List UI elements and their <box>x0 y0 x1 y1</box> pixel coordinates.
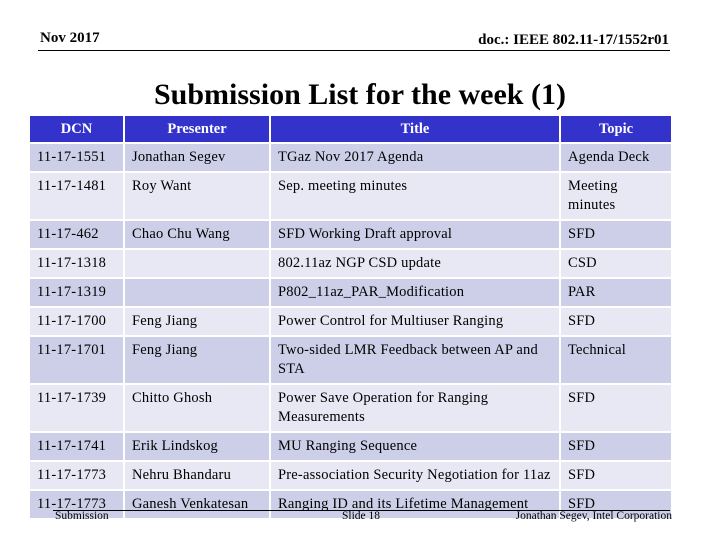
column-header-presenter: Presenter <box>125 116 269 142</box>
column-header-topic: Topic <box>561 116 671 142</box>
cell-dcn: 11-17-1481 <box>30 173 123 219</box>
table-row: 11-17-1701 Feng Jiang Two-sided LMR Feedba… <box>30 337 671 383</box>
cell-dcn: 11-17-1551 <box>30 144 123 171</box>
cell-dcn: 11-17-1701 <box>30 337 123 383</box>
cell-topic: SFD <box>561 462 671 489</box>
cell-dcn: 11-17-1739 <box>30 385 123 431</box>
cell-dcn: 11-17-1700 <box>30 308 123 335</box>
cell-topic: Meeting minutes <box>561 173 671 219</box>
footer-author: Jonathan Segev, Intel Corporation <box>515 510 672 522</box>
cell-dcn: 11-17-462 <box>30 221 123 248</box>
cell-topic: Technical <box>561 337 671 383</box>
table-row: 11-17-1551 Jonathan Segev TGaz Nov 2017 Ag… <box>30 144 671 171</box>
cell-presenter: Chao Chu Wang <box>125 221 269 248</box>
table-row: 11-17-1319 P802_11az_PAR_Modification PAR <box>30 279 671 306</box>
cell-topic: SFD <box>561 433 671 460</box>
cell-dcn: 11-17-1318 <box>30 250 123 277</box>
header-doc-id: doc.: IEEE 802.11-17/1552r01 <box>478 32 669 48</box>
cell-presenter: Jonathan Segev <box>125 144 269 171</box>
cell-title: MU Ranging Sequence <box>271 433 559 460</box>
table-row: 11-17-1700 Feng Jiang Power Control for Mu… <box>30 308 671 335</box>
cell-presenter <box>125 250 269 277</box>
header-rule <box>38 50 670 51</box>
cell-title: Pre-association Security Negotiation for… <box>271 462 559 489</box>
table-header-row: DCN Presenter Title Topic <box>30 116 671 142</box>
cell-topic: CSD <box>561 250 671 277</box>
cell-topic: SFD <box>561 385 671 431</box>
table-row: 11-17-1773 Nehru Bhandaru Pre-association … <box>30 462 671 489</box>
cell-presenter: Chitto Ghosh <box>125 385 269 431</box>
cell-presenter <box>125 279 269 306</box>
cell-title: TGaz Nov 2017 Agenda <box>271 144 559 171</box>
column-header-dcn: DCN <box>30 116 123 142</box>
cell-presenter: Roy Want <box>125 173 269 219</box>
footer-submission: Submission <box>55 510 109 522</box>
cell-presenter: Feng Jiang <box>125 308 269 335</box>
table-row: 11-17-1481 Roy Want Sep. meeting minutes Me… <box>30 173 671 219</box>
cell-dcn: 11-17-1773 <box>30 462 123 489</box>
cell-dcn: 11-17-1319 <box>30 279 123 306</box>
cell-topic: PAR <box>561 279 671 306</box>
column-header-title: Title <box>271 116 559 142</box>
slide-title: Submission List for the week (1) <box>154 78 566 111</box>
cell-title: SFD Working Draft approval <box>271 221 559 248</box>
cell-presenter: Ganesh Venkatesan <box>125 491 269 518</box>
footer-slide-number: Slide 18 <box>342 510 381 522</box>
table-row: 11-17-462 Chao Chu Wang SFD Working Draft … <box>30 221 671 248</box>
submission-table: DCN Presenter Title Topic 11-17-1551 Jona… <box>28 114 673 520</box>
cell-presenter: Erik Lindskog <box>125 433 269 460</box>
cell-presenter: Nehru Bhandaru <box>125 462 269 489</box>
cell-presenter: Feng Jiang <box>125 337 269 383</box>
cell-dcn: 11-17-1741 <box>30 433 123 460</box>
cell-title: 802.11az NGP CSD update <box>271 250 559 277</box>
cell-title: Power Save Operation for Ranging Measure… <box>271 385 559 431</box>
cell-title: P802_11az_PAR_Modification <box>271 279 559 306</box>
cell-title: Sep. meeting minutes <box>271 173 559 219</box>
cell-title: Two-sided LMR Feedback between AP and ST… <box>271 337 559 383</box>
table-row: 11-17-1739 Chitto Ghosh Power Save Operati… <box>30 385 671 431</box>
table-row: 11-17-1318 802.11az NGP CSD update CSD <box>30 250 671 277</box>
header-date: Nov 2017 <box>40 30 100 46</box>
cell-topic: Agenda Deck <box>561 144 671 171</box>
cell-topic: SFD <box>561 308 671 335</box>
cell-topic: SFD <box>561 221 671 248</box>
cell-title: Power Control for Multiuser Ranging <box>271 308 559 335</box>
table-row: 11-17-1741 Erik Lindskog MU Ranging Sequen… <box>30 433 671 460</box>
